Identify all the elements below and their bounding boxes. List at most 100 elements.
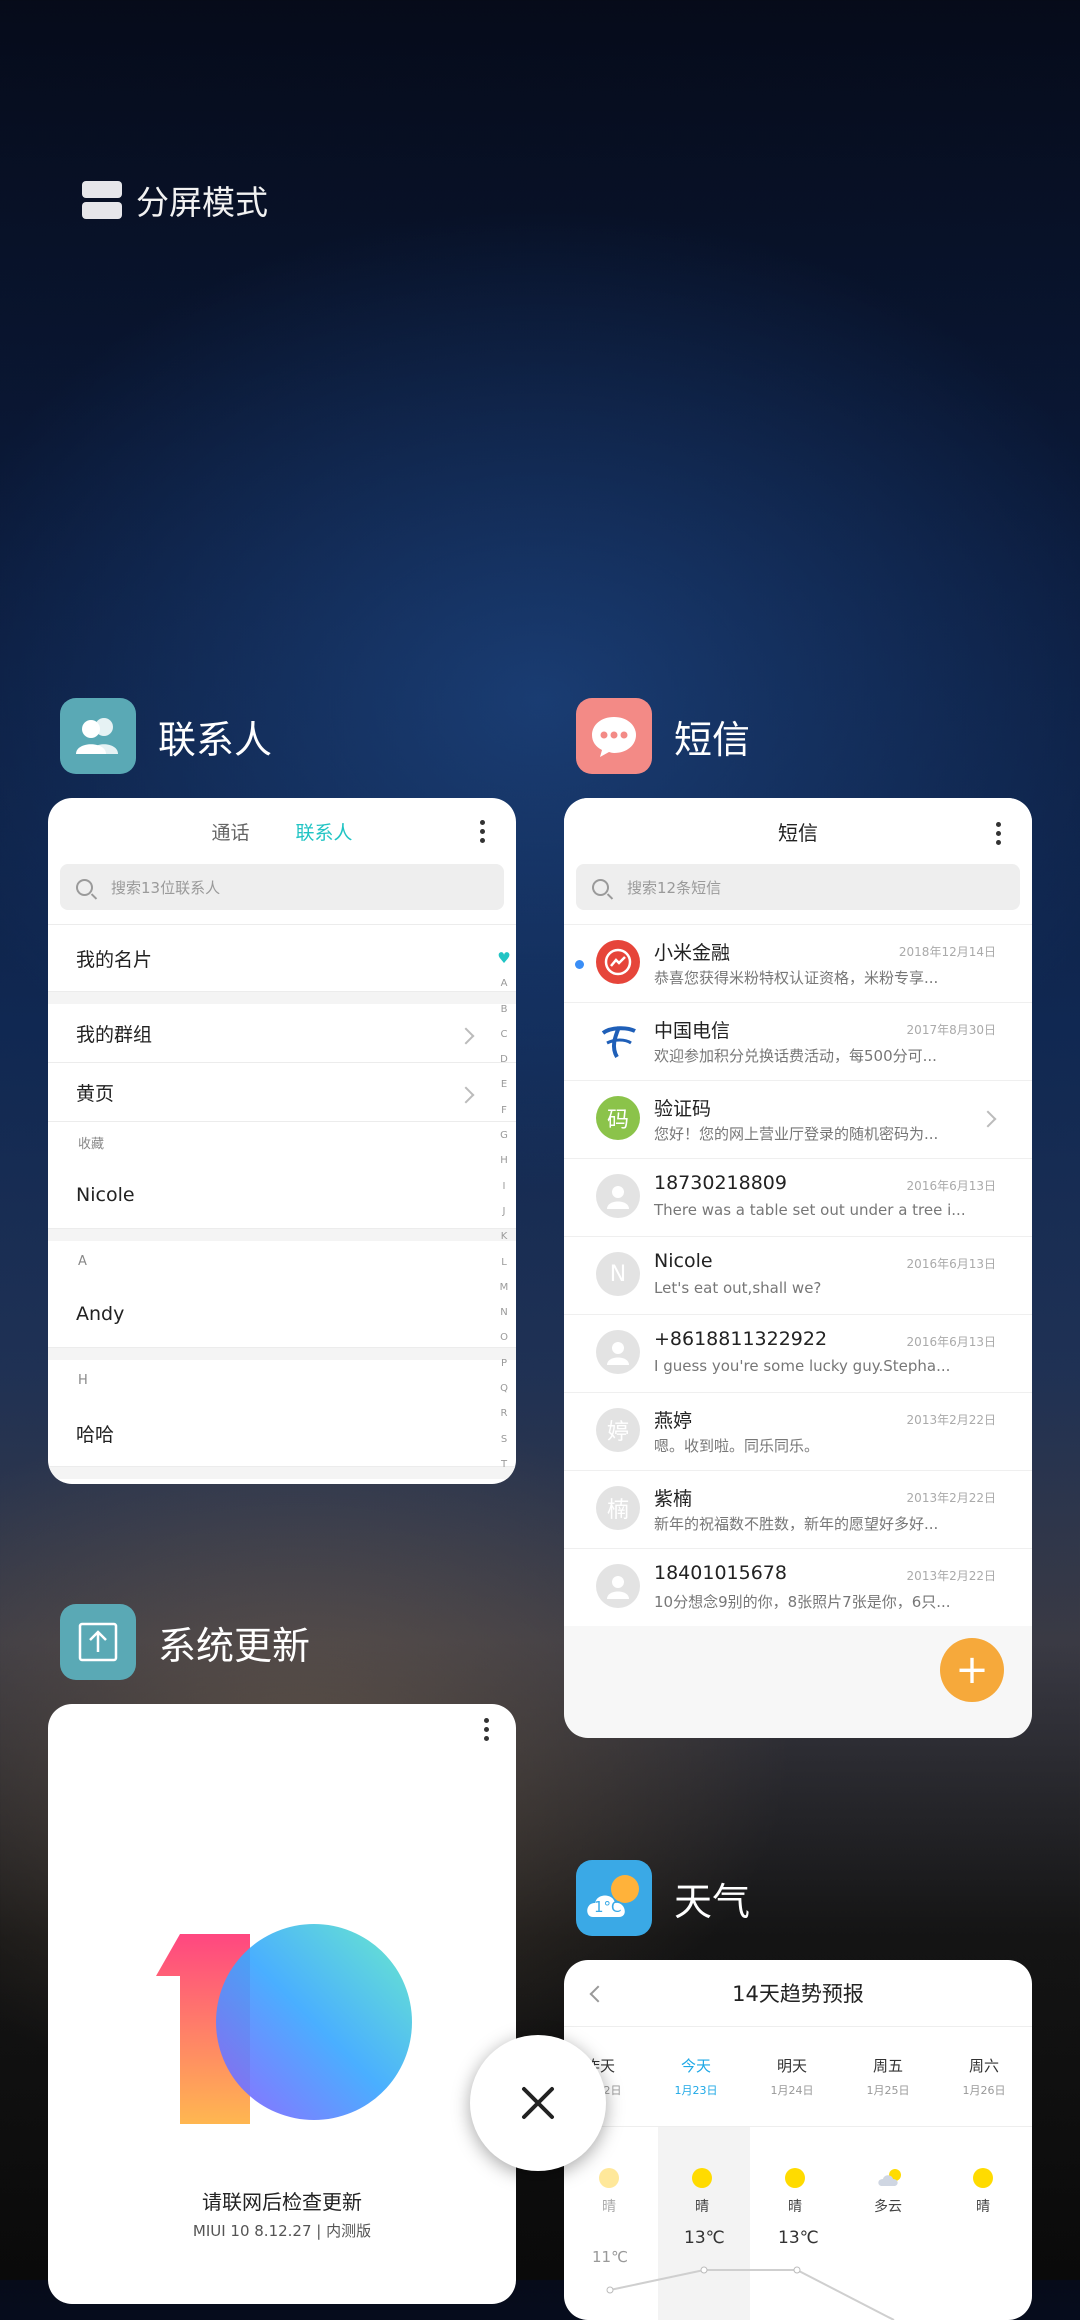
message-item[interactable]: 中国电信 2017年8月30日 欢迎参加积分兑换话费活动，每500分可...	[564, 1003, 1032, 1081]
index-letter[interactable]: M	[500, 1275, 509, 1300]
message-preview: I guess you're some lucky guy.Stepha...	[654, 1357, 951, 1375]
contacts-search-placeholder: 搜索13位联系人	[111, 878, 221, 897]
index-letter[interactable]: I	[503, 1174, 506, 1199]
condition-label: 晴	[602, 2199, 616, 2215]
condition-label: 晴	[976, 2199, 990, 2215]
index-letter[interactable]: A	[501, 971, 508, 996]
my-groups-label: 我的群组	[76, 1023, 153, 1046]
message-preview: 您好！您的网上营业厅登录的随机密码为...	[654, 1125, 939, 1143]
message-item[interactable]: +8618811322922 2016年6月13日 I guess you're…	[564, 1315, 1032, 1393]
index-letter[interactable]: B	[501, 997, 508, 1022]
contact-item[interactable]: Nicole	[48, 1162, 516, 1229]
condition-label: 晴	[788, 2199, 802, 2215]
index-letter[interactable]: Q	[500, 1376, 508, 1401]
update-app-header[interactable]: 系统更新	[60, 1604, 310, 1680]
clear-all-button[interactable]	[470, 2035, 606, 2171]
section-header-h: H	[78, 1372, 88, 1388]
yellow-pages-item[interactable]: 黄页	[48, 1063, 516, 1122]
unread-dot	[575, 960, 584, 969]
update-card[interactable]: 请联网后检查更新 MIUI 10 8.12.27 | 内测版	[48, 1704, 516, 2304]
weather-title: 14天趋势预报	[732, 1982, 864, 2006]
close-icon	[522, 2087, 554, 2119]
message-item[interactable]: N Nicole 2016年6月13日 Let's eat out,shall …	[564, 1237, 1032, 1315]
sms-search-placeholder: 搜索12条短信	[627, 878, 722, 897]
update-check-text: 请联网后检查更新	[202, 2190, 362, 2214]
contact-name: Andy	[76, 1303, 125, 1325]
forecast-day[interactable]: 周五 1月25日	[840, 2027, 936, 2127]
contact-name: Nicole	[76, 1184, 135, 1206]
message-item[interactable]: 小米金融 2018年12月14日 恭喜您获得米粉特权认证资格，米粉专享...	[564, 925, 1032, 1003]
message-date: 2016年6月13日	[906, 1257, 996, 1271]
message-item[interactable]: 18401015678 2013年2月22日 10分想念9别的你，8张照片7张是…	[564, 1549, 1032, 1626]
message-date: 2016年6月13日	[906, 1179, 996, 1193]
message-item[interactable]: 码 验证码 您好！您的网上营业厅登录的随机密码为...	[564, 1081, 1032, 1159]
message-preview: There was a table set out under a tree i…	[654, 1201, 966, 1219]
default-avatar-icon	[596, 1174, 640, 1218]
index-letter[interactable]: P	[501, 1351, 507, 1376]
sms-search-input[interactable]: 搜索12条短信	[576, 864, 1020, 910]
more-menu-icon[interactable]	[480, 820, 486, 843]
more-menu-icon[interactable]	[996, 822, 1002, 845]
sun-icon	[785, 2168, 805, 2188]
weather-app-header[interactable]: 1°C 天气	[576, 1860, 750, 1936]
split-mode-label: 分屏模式	[136, 183, 268, 222]
message-date: 2013年2月22日	[906, 1491, 996, 1505]
sms-app-header[interactable]: 短信	[576, 698, 750, 774]
day-date: 1月26日	[962, 2084, 1006, 2097]
index-letter[interactable]: G	[500, 1123, 508, 1148]
index-letter[interactable]: N	[500, 1300, 507, 1325]
forecast-day[interactable]: 今天 1月23日	[648, 2027, 744, 2127]
partly-cloudy-icon	[877, 2168, 903, 2188]
back-arrow-icon[interactable]	[589, 1985, 607, 2003]
contact-avatar: 婷	[596, 1408, 640, 1452]
index-letter[interactable]: J	[503, 1199, 506, 1224]
index-letter[interactable]: O	[500, 1325, 508, 1350]
alphabet-index[interactable]: ♥ A B C D E F G H I J K L M N O P Q R S …	[496, 946, 512, 1477]
index-letter[interactable]: H	[500, 1148, 508, 1173]
index-letter[interactable]: D	[500, 1047, 508, 1072]
new-message-button[interactable]: +	[940, 1638, 1004, 1702]
message-date: 2013年2月22日	[906, 1569, 996, 1583]
contact-avatar: 楠	[596, 1486, 640, 1530]
more-menu-icon[interactable]	[484, 1718, 490, 1741]
index-letter[interactable]: S	[501, 1427, 507, 1452]
my-groups-item[interactable]: 我的群组	[48, 1004, 516, 1063]
weather-card[interactable]: 14天趋势预报 昨天1月22日 今天1月23日 明天1月24日 周五1月25日 …	[564, 1960, 1032, 2320]
index-letter[interactable]: L	[501, 1250, 507, 1275]
message-date: 2017年8月30日	[906, 1023, 996, 1037]
message-date: 2018年12月14日	[898, 945, 996, 959]
index-letter[interactable]: C	[501, 1022, 508, 1047]
index-letter[interactable]: R	[501, 1401, 508, 1426]
contacts-search-input[interactable]: 搜索13位联系人	[60, 864, 504, 910]
message-item[interactable]: 楠 紫楠 2013年2月22日 新年的祝福数不胜数，新年的愿望好多好...	[564, 1471, 1032, 1549]
my-card-item[interactable]: 我的名片	[48, 924, 516, 992]
sms-title: 短信	[778, 820, 818, 845]
forecast-day[interactable]: 明天 1月24日	[744, 2027, 840, 2127]
contact-item[interactable]: 哈哈	[48, 1400, 516, 1467]
sms-app-icon	[576, 698, 652, 774]
contacts-app-icon	[60, 698, 136, 774]
tab-calls[interactable]: 通话	[211, 818, 249, 845]
chevron-right-icon	[457, 1086, 475, 1104]
index-letter[interactable]: K	[501, 1224, 508, 1249]
index-letter[interactable]: T	[501, 1452, 507, 1477]
index-letter[interactable]: E	[501, 1072, 507, 1097]
contacts-card[interactable]: 通话 联系人 搜索13位联系人 我的名片 我的群组 黄页 收藏 Nicole A…	[48, 798, 516, 1484]
forecast-day[interactable]: 周六 1月26日	[936, 2027, 1032, 2127]
contact-avatar: 码	[596, 1096, 640, 1140]
sms-card[interactable]: 短信 搜索12条短信 小米金融 2018年12月14日 恭喜您获得米粉特权认证资…	[564, 798, 1032, 1738]
message-item[interactable]: 18730218809 2016年6月13日 There was a table…	[564, 1159, 1032, 1237]
contact-item[interactable]: Andy	[48, 1281, 516, 1348]
split-mode-button[interactable]: 分屏模式	[82, 176, 268, 224]
china-telecom-logo-icon	[596, 1018, 640, 1062]
contacts-app-header[interactable]: 联系人	[60, 698, 272, 774]
update-app-name: 系统更新	[158, 1623, 311, 1668]
sender-name: 18401015678	[654, 1562, 787, 1584]
temperature-trend-line	[606, 2266, 895, 2320]
conditions-row: 晴 晴 晴 多云 晴	[564, 2196, 1032, 2216]
condition-label: 多云	[874, 2199, 902, 2215]
tab-contacts[interactable]: 联系人	[296, 818, 353, 845]
index-letter[interactable]: F	[501, 1098, 507, 1123]
message-preview: Let's eat out,shall we?	[654, 1279, 822, 1297]
message-item[interactable]: 婷 燕婷 2013年2月22日 嗯。收到啦。同乐同乐。	[564, 1393, 1032, 1471]
